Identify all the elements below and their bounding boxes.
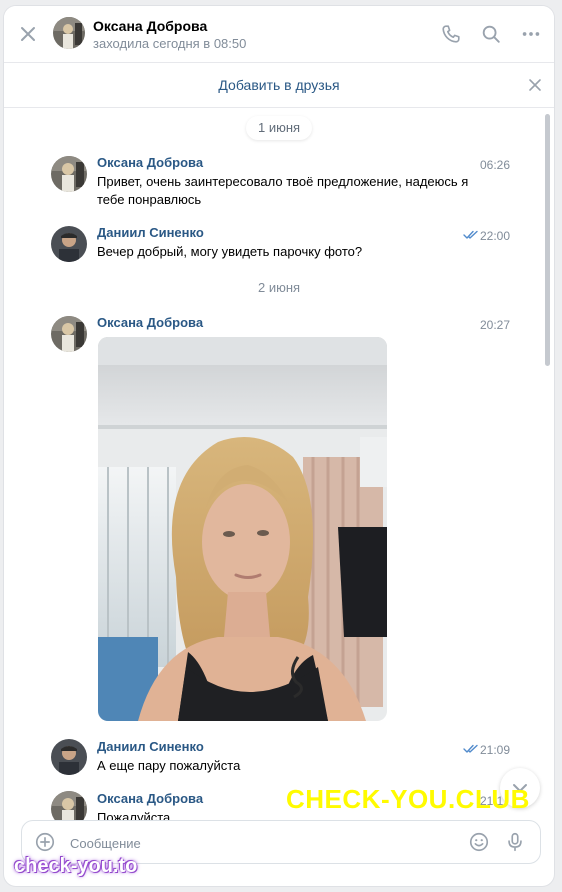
phone-icon[interactable] [440, 23, 462, 45]
avatar[interactable] [51, 226, 87, 262]
message-author[interactable]: Оксана Доброва [97, 791, 203, 806]
message-text: А еще пару пожалуйста [97, 758, 241, 773]
watermark-text: CHECK-YOU.CLUB [286, 784, 530, 814]
add-friend-button[interactable]: Добавить в друзья [4, 77, 554, 93]
read-check-icon [463, 744, 478, 753]
contact-name[interactable]: Оксана Доброва [93, 18, 207, 34]
emoji-icon[interactable] [468, 831, 490, 853]
avatar[interactable] [51, 316, 87, 352]
message-author[interactable]: Даниил Синенко [97, 225, 204, 240]
message-author[interactable]: Даниил Синенко [97, 739, 204, 754]
message-time: 22:00 [480, 229, 511, 243]
message-input[interactable] [68, 831, 452, 855]
message-time: 20:27 [480, 318, 511, 332]
message-author[interactable]: Оксана Доброва [97, 155, 203, 170]
date-separator: 1 июня [246, 116, 313, 140]
date-separator: 2 июня [258, 280, 301, 295]
avatar[interactable] [51, 739, 87, 775]
avatar[interactable] [51, 156, 87, 192]
friend-request-bar: Добавить в друзья [4, 63, 554, 108]
scrollbar-thumb[interactable] [545, 114, 550, 366]
microphone-icon[interactable] [504, 831, 526, 853]
more-icon[interactable] [520, 23, 542, 45]
chat-window: Оксана Доброва заходила сегодня в 08:50 … [4, 6, 554, 886]
scrollbar[interactable] [545, 110, 551, 370]
read-check-icon [463, 230, 478, 239]
message-author[interactable]: Оксана Доброва [97, 315, 203, 330]
message-time: 06:26 [480, 158, 511, 172]
corner-watermark: check-you.to [14, 855, 138, 877]
close-icon[interactable] [528, 78, 542, 92]
chat-header: Оксана Доброва заходила сегодня в 08:50 [4, 6, 554, 63]
message-text: Привет, очень заинтересовало твоё предло… [97, 174, 469, 207]
contact-status: заходила сегодня в 08:50 [93, 36, 247, 51]
photo-attachment[interactable] [98, 337, 387, 721]
message-time: 21:09 [480, 743, 511, 757]
message-text: Вечер добрый, могу увидеть парочку фото? [97, 244, 363, 259]
close-icon[interactable] [18, 24, 38, 44]
avatar[interactable] [53, 17, 85, 49]
attach-plus-icon[interactable] [34, 831, 56, 853]
search-icon[interactable] [480, 23, 502, 45]
